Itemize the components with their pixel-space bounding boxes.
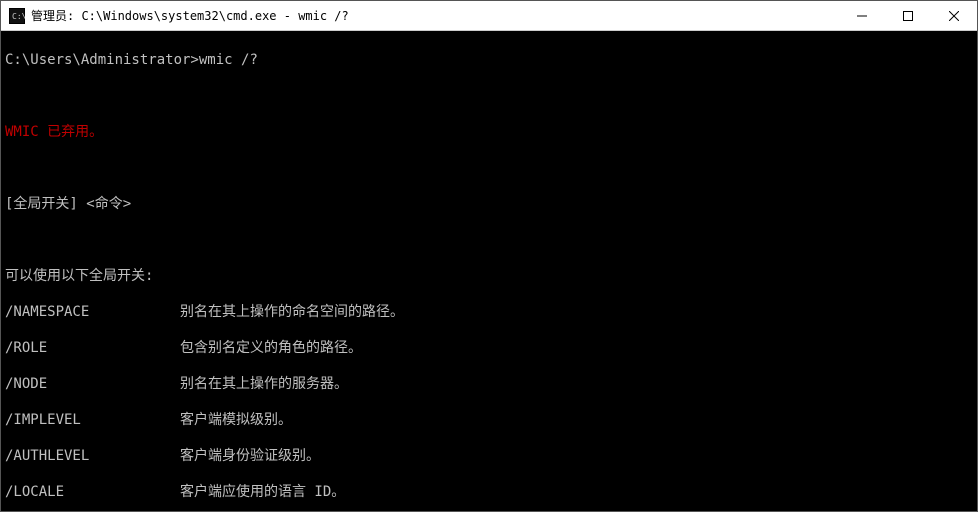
prompt-path: C:\Users\Administrator>	[5, 52, 199, 68]
switch-desc: 客户端模拟级别。	[180, 411, 973, 429]
switch-row: /AUTHLEVEL客户端身份验证级别。	[5, 447, 973, 465]
deprecated-warning: WMIC 已弃用。	[5, 123, 973, 141]
prompt-line: C:\Users\Administrator>wmic /?	[5, 51, 973, 69]
prompt-command: wmic /?	[199, 52, 258, 68]
cmd-icon: C:\	[9, 8, 25, 24]
console-output[interactable]: C:\Users\Administrator>wmic /? WMIC 已弃用。…	[1, 31, 977, 511]
switch-row: /NAMESPACE别名在其上操作的命名空间的路径。	[5, 303, 973, 321]
minimize-button[interactable]	[839, 1, 885, 30]
switch-row: /IMPLEVEL客户端模拟级别。	[5, 411, 973, 429]
close-button[interactable]	[931, 1, 977, 30]
switches-header: 可以使用以下全局开关:	[5, 267, 973, 285]
switch-name: /NAMESPACE	[5, 303, 180, 321]
svg-text:C:\: C:\	[12, 12, 25, 21]
switch-desc: 客户端身份验证级别。	[180, 447, 973, 465]
switch-row: /NODE别名在其上操作的服务器。	[5, 375, 973, 393]
cmd-window: C:\ 管理员: C:\Windows\system32\cmd.exe - w…	[0, 0, 978, 512]
switch-row: /LOCALE客户端应使用的语言 ID。	[5, 483, 973, 501]
window-title: 管理员: C:\Windows\system32\cmd.exe - wmic …	[31, 7, 839, 24]
maximize-button[interactable]	[885, 1, 931, 30]
switch-desc: 别名在其上操作的服务器。	[180, 375, 973, 393]
switch-desc: 包含别名定义的角色的路径。	[180, 339, 973, 357]
usage-line: [全局开关] <命令>	[5, 195, 973, 213]
switch-name: /ROLE	[5, 339, 180, 357]
switch-name: /NODE	[5, 375, 180, 393]
switch-desc: 别名在其上操作的命名空间的路径。	[180, 303, 973, 321]
switch-row: /ROLE包含别名定义的角色的路径。	[5, 339, 973, 357]
window-controls	[839, 1, 977, 30]
switch-name: /IMPLEVEL	[5, 411, 180, 429]
switch-name: /LOCALE	[5, 483, 180, 501]
switch-desc: 客户端应使用的语言 ID。	[180, 483, 973, 501]
switch-name: /AUTHLEVEL	[5, 447, 180, 465]
titlebar[interactable]: C:\ 管理员: C:\Windows\system32\cmd.exe - w…	[1, 1, 977, 31]
